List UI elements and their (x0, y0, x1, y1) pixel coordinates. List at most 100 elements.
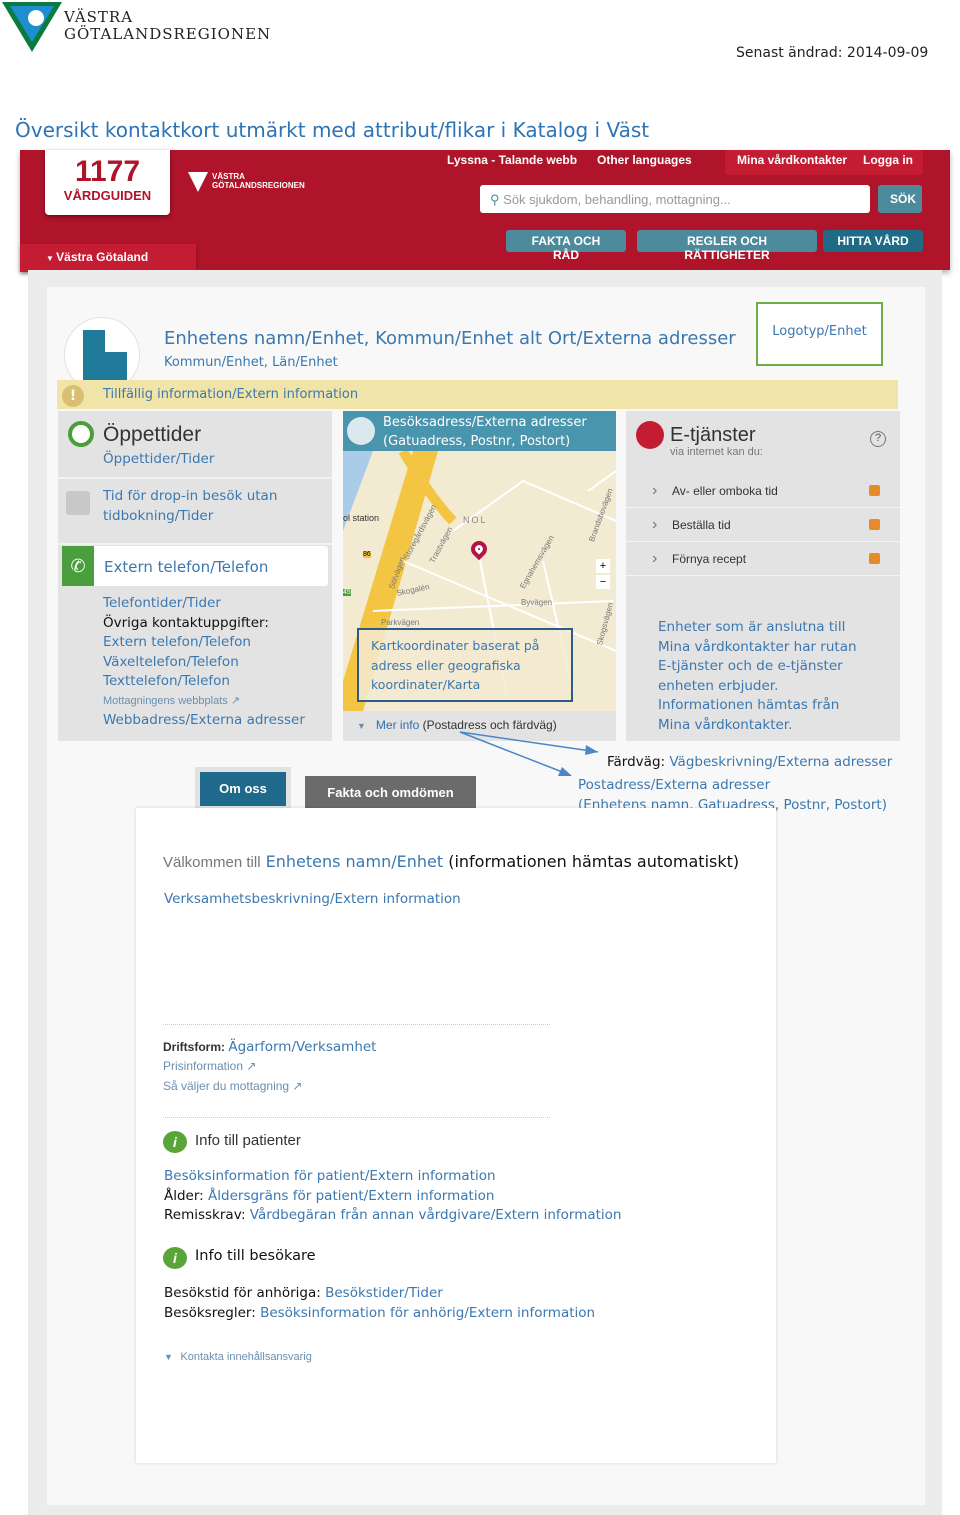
vgr-logo-mark-icon (2, 2, 62, 52)
map-annotation: Kartkoordinater baserat på adress eller … (357, 628, 573, 702)
info-icon: i (163, 1247, 187, 1269)
account-bar: Mina vårdkontakter Logga in (725, 150, 923, 175)
listen-link[interactable]: Lyssna - Talande webb (447, 153, 577, 167)
map-label-nol: NOL (463, 515, 488, 525)
logo-text: VÅRDGUIDEN (63, 188, 152, 203)
age-label: Ålder: (164, 1187, 204, 1204)
map-label-parkvagen: Parkvägen (381, 618, 420, 627)
chevron-down-icon: ▼ (46, 254, 57, 263)
route-annotation: Färdväg: Vägbeskrivning/Externa adresser (607, 753, 892, 773)
tab-fakta[interactable]: Fakta och omdömen (305, 776, 476, 808)
map-panel: ol station NOL Storegårdsvägen Trastväge… (343, 411, 616, 741)
nav-regler[interactable]: REGLER OCH RÄTTIGHETER (637, 230, 817, 262)
info-icon: i (163, 1131, 187, 1153)
search-button[interactable]: SÖK (878, 185, 922, 213)
map-label-station: ol station (343, 513, 380, 523)
vgr-logo: VÄSTRA GÖTALANDSREGIONEN (0, 0, 270, 56)
notice-bar: ! Tillfällig information/Extern informat… (57, 380, 898, 409)
website-label: Mottagningens webbplats (103, 694, 228, 707)
map-zoom-in[interactable]: + (596, 559, 610, 573)
age-value: Åldersgräns för patient/Extern informati… (208, 1187, 495, 1204)
e-service-label: Förnya recept (672, 552, 747, 566)
notice-text: Tillfällig information/Extern informatio… (103, 387, 359, 402)
region-selector[interactable]: ▼ Västra Götaland (20, 244, 196, 272)
e-services-subheading: via internet kan du: (670, 446, 763, 458)
logo-1177[interactable]: 1177 VÅRDGUIDEN (45, 150, 170, 215)
divider (163, 1117, 550, 1118)
address-header: Besöksadress/Externa adresser (Gatuadres… (343, 411, 616, 451)
visiting-rules-value: Besöksinformation för anhörig/Extern inf… (260, 1304, 596, 1321)
welcome-note: (informationen hämtas automatiskt) (448, 852, 740, 871)
operation-info: Driftsform: Ägarform/Verksamhet Prisinfo… (163, 1039, 376, 1093)
search-input[interactable]: ⚲ Sök sjukdom, behandling, mottagning... (480, 185, 870, 213)
opening-hours-panel: Öppettider Öppettider/Tider Tid för drop… (58, 411, 332, 741)
map-label-road45: 45 (343, 589, 351, 596)
search-icon: ⚲ (490, 192, 500, 207)
welcome-unit: Enhetens namn/Enhet (265, 852, 444, 871)
patient-visit-info: Besöksinformation för patient/Extern inf… (164, 1168, 496, 1184)
website-address: Webbadress/Externa adresser (103, 712, 305, 728)
logo-number: 1177 (74, 155, 141, 188)
unit-title: Enhetens namn/Enhet, Kommun/Enhet alt Or… (164, 328, 736, 349)
org-name-line1: VÄSTRA (64, 8, 134, 26)
e-service-rebook[interactable]: Av- eller omboka tid (626, 474, 900, 508)
phone-number: Extern telefon/Telefon (104, 558, 269, 576)
address-line2: (Gatuadress, Postnr, Postort) (383, 434, 571, 449)
phone-icon: ✆ (62, 546, 94, 586)
map-label-road86: 86 (363, 551, 371, 558)
price-label: Prisinformation (163, 1059, 244, 1073)
welcome-heading: Välkommen till Enhetens namn/Enhet (info… (163, 852, 739, 871)
e-services-icon (636, 421, 664, 449)
external-link-icon: ↗ (230, 694, 241, 707)
phone-hours: Telefontider/Tider (103, 595, 221, 611)
about-content: Välkommen till Enhetens namn/Enhet (info… (136, 808, 776, 1463)
mina-vardkontakter-link[interactable]: Mina vårdkontakter (737, 153, 847, 167)
help-icon[interactable]: ? (870, 431, 886, 447)
visitor-info: Besökstid för anhöriga: Besökstider/Tide… (164, 1284, 595, 1323)
description: Verksamhetsbeskrivning/Extern informatio… (164, 891, 461, 907)
location-icon (347, 417, 375, 445)
e-service-renew[interactable]: Förnya recept (626, 542, 900, 576)
price-link[interactable]: Prisinformation ↗ (163, 1059, 376, 1073)
e-service-book[interactable]: Beställa tid (626, 508, 900, 542)
opening-hours-value: Öppettider/Tider (103, 451, 215, 467)
contact-responsible-toggle[interactable]: ▼ Kontakta innehållsansvarig (164, 1351, 312, 1363)
choose-label: Så väljer du mottagning (163, 1079, 290, 1093)
route-value: Vägbeskrivning/Externa adresser (669, 754, 893, 770)
contact-responsible-label: Kontakta innehållsansvarig (180, 1351, 312, 1363)
visitor-info-heading: Info till besökare (195, 1248, 316, 1264)
dropin-icon (66, 491, 90, 515)
vgr-small-logo: VÄSTRA GÖTALANDSREGIONEN (188, 172, 305, 192)
e-services-panel: E-tjänster via internet kan du: ? Av- el… (626, 411, 900, 741)
map-label-byvagen: Byvägen (521, 598, 553, 607)
choose-link[interactable]: Så väljer du mottagning ↗ (163, 1079, 376, 1093)
map-zoom-out[interactable]: − (596, 575, 610, 589)
last-changed: Senast ändrad: 2014-09-09 (736, 45, 929, 61)
logo-box: Logotyp/Enhet (756, 302, 883, 366)
login-link[interactable]: Logga in (863, 153, 913, 167)
annotation-arrows (459, 731, 599, 776)
nav-fakta[interactable]: FAKTA OCH RÅD (506, 230, 626, 262)
nav-hitta-vard[interactable]: HITTA VÅRD (823, 230, 923, 252)
more-info-link: Mer info (375, 718, 420, 732)
visiting-rules-label: Besöksregler: (164, 1304, 256, 1321)
e-services-note: Enheter som är anslutna till Mina vårdko… (658, 619, 857, 733)
lock-icon (869, 553, 880, 564)
lock-icon (869, 485, 880, 496)
site-header: 1177 VÅRDGUIDEN VÄSTRA GÖTALANDSREGIONEN… (20, 150, 950, 272)
operation-label: Driftsform: (163, 1040, 225, 1054)
switchboard-phone: Växeltelefon/Telefon (103, 653, 239, 670)
languages-link[interactable]: Other languages (597, 153, 692, 167)
chevron-down-icon: ▼ (357, 721, 376, 731)
website-link[interactable]: Mottagningens webbplats ↗ (103, 692, 305, 712)
referral-value: Vårdbegäran från annan vårdgivare/Extern… (249, 1207, 622, 1223)
e-services-heading: E-tjänster (670, 424, 756, 446)
phone-box: ✆ Extern telefon/Telefon (62, 546, 328, 586)
dropin-hours: Tid för drop-in besök utan tidbokning/Ti… (103, 488, 278, 524)
welcome-label: Välkommen till (163, 854, 261, 871)
divider (163, 1024, 550, 1025)
e-service-label: Beställa tid (672, 518, 731, 532)
chevron-down-icon: ▼ (164, 1352, 181, 1362)
lock-icon (869, 519, 880, 530)
tab-om-oss[interactable]: Om oss (200, 772, 286, 806)
